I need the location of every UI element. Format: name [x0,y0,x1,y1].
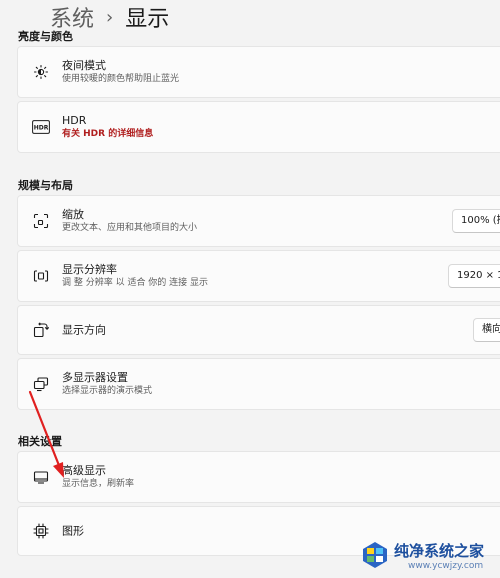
watermark-title: 纯净系统之家 [394,542,485,560]
scale-subtitle: 更改文本、应用和其他项目的大小 [62,223,198,233]
scale-title: 缩放 [62,208,84,221]
multi-monitor-icon [31,374,51,394]
chip-icon [31,521,51,541]
night-light-card[interactable]: 夜间模式 使用较暖的颜色帮助阻止蓝光 [17,46,500,98]
section-title-brightness: 亮度与颜色 [18,30,73,43]
monitor-icon [31,467,51,487]
scale-dropdown[interactable]: 100% (推 [452,209,500,233]
scale-card[interactable]: 缩放 更改文本、应用和其他项目的大小 100% (推 [17,195,500,247]
multi-display-subtitle: 选择显示器的演示模式 [62,386,153,396]
hdr-title: HDR [62,114,87,127]
hdr-info-link[interactable]: 有关 HDR 的详细信息 [62,128,153,141]
orientation-card[interactable]: 显示方向 横向 [17,305,500,355]
orientation-title: 显示方向 [62,323,106,337]
advanced-display-subtitle: 显示信息，刷新率 [62,479,135,489]
advanced-display-card[interactable]: 高级显示 显示信息，刷新率 [17,451,500,503]
orientation-dropdown[interactable]: 横向 [473,318,500,342]
advanced-display-title: 高级显示 [62,464,106,477]
watermark-logo-icon [360,540,390,574]
resolution-card[interactable]: 显示分辨率 调 整 分辨率 以 适合 你的 连接 显示 1920 × 10 [17,250,500,302]
night-light-title: 夜间模式 [62,59,106,72]
brightness-icon [31,62,51,82]
graphics-title: 图形 [62,524,84,538]
watermark: 纯净系统之家 www.ycwjzy.com [360,536,500,578]
resolution-title: 显示分辨率 [62,263,117,276]
multi-display-title: 多显示器设置 [62,371,128,384]
svg-text:HDR: HDR [34,125,49,132]
section-title-related: 相关设置 [18,435,62,448]
hdr-card[interactable]: HDR HDR 有关 HDR 的详细信息 [17,101,500,153]
watermark-url: www.ycwjzy.com [408,561,484,571]
scale-icon [31,211,51,231]
hdr-icon: HDR [31,117,51,137]
resolution-icon [31,266,51,286]
orientation-icon [31,320,51,340]
multi-display-card[interactable]: 多显示器设置 选择显示器的演示模式 [17,358,500,410]
resolution-dropdown[interactable]: 1920 × 10 [448,264,500,288]
night-light-subtitle: 使用较暖的颜色帮助阻止蓝光 [62,74,180,84]
section-title-scale-layout: 规模与布局 [18,179,73,192]
resolution-subtitle: 调 整 分辨率 以 适合 你的 连接 显示 [62,278,209,288]
page-title: 显示 [125,7,170,32]
breadcrumb-separator: › [106,6,114,28]
